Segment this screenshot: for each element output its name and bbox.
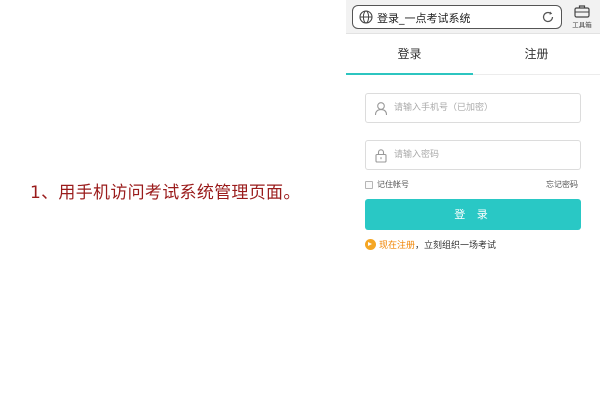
remember-label: 记住帐号 — [377, 180, 409, 189]
phone-input[interactable] — [394, 94, 578, 122]
user-icon — [374, 102, 388, 116]
toolbox-label: 工具箱 — [572, 21, 592, 29]
remember-account[interactable]: 记住帐号 — [365, 179, 409, 191]
mobile-screen: 登录_一点考试系统 工具箱 登录 注册 请输入手机号（已加密） 记住帐号 忘记密… — [346, 0, 600, 400]
remember-checkbox[interactable] — [365, 180, 373, 189]
login-button[interactable]: 登 录 — [365, 199, 581, 230]
password-input[interactable] — [394, 141, 578, 169]
auth-tabs: 登录 注册 — [346, 35, 600, 75]
address-bar[interactable]: 登录_一点考试系统 — [352, 5, 562, 29]
tab-register[interactable]: 注册 — [473, 35, 600, 75]
toolbox-icon — [574, 5, 590, 18]
forgot-password-link[interactable]: 忘记密码 — [546, 179, 578, 190]
register-prompt: 现在注册，立刻组织一场考试 — [365, 238, 496, 251]
reload-icon[interactable] — [541, 10, 555, 24]
active-tab-indicator — [346, 73, 473, 75]
page-title: 登录_一点考试系统 — [377, 12, 471, 25]
tab-login[interactable]: 登录 — [346, 35, 473, 75]
phone-field[interactable] — [365, 93, 581, 123]
register-prompt-text: ，立刻组织一场考试 — [415, 241, 497, 251]
browser-toolbar: 登录_一点考试系统 工具箱 — [346, 0, 600, 34]
arrow-right-circle-icon — [365, 239, 376, 250]
toolbox-button[interactable]: 工具箱 — [568, 4, 596, 32]
password-field[interactable] — [365, 140, 581, 170]
instruction-caption: 1、用手机访问考试系统管理页面。 — [30, 183, 301, 203]
globe-icon — [359, 10, 373, 24]
register-now-link[interactable]: 现在注册 — [379, 241, 415, 251]
lock-icon — [375, 149, 387, 163]
